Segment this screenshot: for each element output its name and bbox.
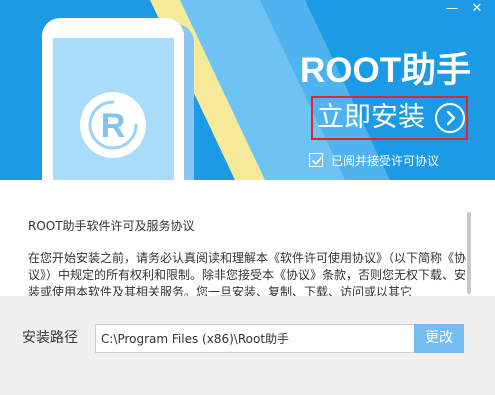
install-path-input[interactable]	[95, 324, 415, 353]
license-body: 在您开始安装之前，请务必认真阅读和理解本《软件许可使用协议》（以下简称《协议》）…	[28, 251, 467, 296]
install-now-label: 立即安装	[317, 102, 425, 133]
checkmark-icon	[312, 157, 322, 165]
arrow-right-circle-icon	[435, 103, 465, 133]
install-path-label: 安装路径	[22, 330, 78, 346]
minimize-icon[interactable]: —	[441, 0, 463, 18]
license-scrollbar[interactable]	[467, 212, 471, 294]
agree-license-label: 已阅并接受许可协议	[331, 154, 440, 168]
app-title: ROOT助手	[300, 51, 472, 90]
banner: — ✕ R ROOT助手 立即安装 已阅并接受许可协议	[0, 0, 495, 180]
change-path-button[interactable]: 更改	[414, 324, 464, 353]
install-now-button[interactable]: 立即安装	[311, 96, 468, 140]
agree-checkbox[interactable]	[309, 153, 323, 167]
root-logo-icon: R	[80, 92, 146, 158]
close-icon[interactable]: ✕	[466, 0, 488, 18]
logo-letter: R	[101, 107, 126, 145]
license-heading: ROOT助手软件许可及服务协议	[28, 219, 195, 233]
license-panel: ROOT助手软件许可及服务协议 在您开始安装之前，请务必认真阅读和理解本《软件许…	[0, 180, 495, 296]
